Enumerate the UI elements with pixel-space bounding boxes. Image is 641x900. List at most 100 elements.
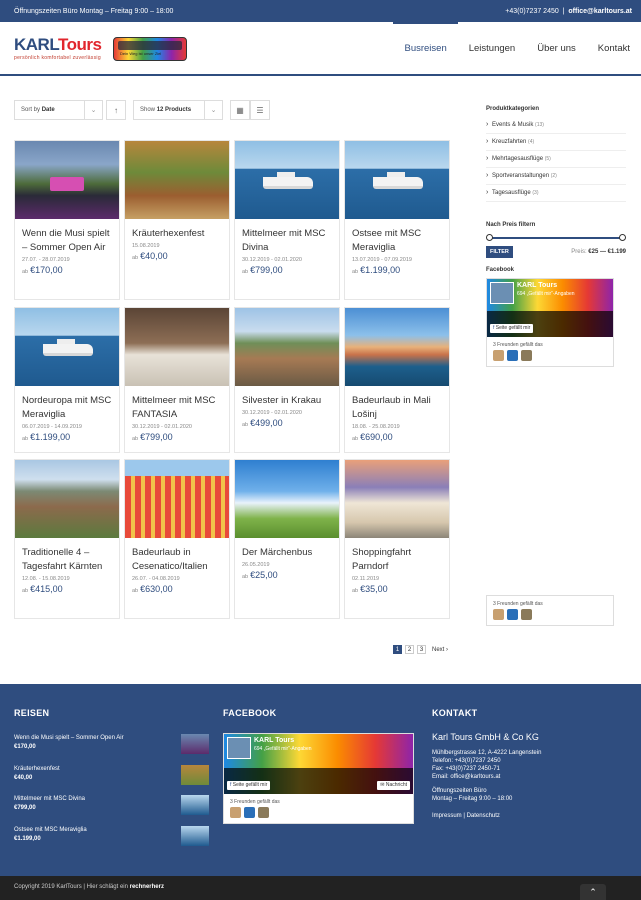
company-email[interactable]: Email: office@karltours.at bbox=[432, 773, 622, 781]
product-title[interactable]: Badeurlaub in Mali Lošinj bbox=[345, 394, 449, 422]
product-title[interactable]: Kräuterhexenfest bbox=[125, 227, 229, 241]
category-name[interactable]: Tagesausflüge bbox=[492, 190, 531, 196]
category-item[interactable]: Kreuzfahrten (4) bbox=[486, 134, 626, 151]
friend-avatar[interactable] bbox=[230, 807, 241, 818]
friend-avatar[interactable] bbox=[521, 350, 532, 361]
product-card[interactable]: Mittelmeer mit MSC FANTASIA 30.12.2019 -… bbox=[124, 307, 230, 453]
friend-avatar[interactable] bbox=[507, 350, 518, 361]
list-view-button[interactable]: ☰ bbox=[250, 100, 270, 120]
footer-facebook-widget[interactable]: KARL Tours 694 „Gefällt mir“-Angaben f S… bbox=[223, 733, 414, 824]
product-image-harbour[interactable] bbox=[345, 308, 449, 386]
page-2[interactable]: 2 bbox=[405, 645, 414, 654]
footer-trip-title[interactable]: Kräuterhexenfest bbox=[14, 766, 60, 772]
show-select[interactable]: Show 12 Products ⌄ bbox=[133, 100, 223, 120]
footer-trip-thumb[interactable] bbox=[181, 795, 209, 815]
product-card[interactable]: Nordeuropa mit MSC Meraviglia 06.07.2019… bbox=[14, 307, 120, 453]
nav-kontakt[interactable]: Kontakt bbox=[587, 22, 641, 76]
product-card[interactable]: Badeurlaub in Cesenatico/Italien 26.07. … bbox=[124, 459, 230, 619]
product-card[interactable]: Badeurlaub in Mali Lošinj 18.08. - 25.08… bbox=[344, 307, 450, 453]
product-image-outlet[interactable] bbox=[345, 460, 449, 538]
facebook-widget[interactable]: KARL Tours 694 „Gefällt mir“-Angaben f S… bbox=[486, 278, 614, 367]
friend-avatar[interactable] bbox=[244, 807, 255, 818]
facebook-page-name[interactable]: KARL Tours bbox=[254, 737, 294, 744]
footer-trip-title[interactable]: Mittelmeer mit MSC Divina bbox=[14, 796, 85, 802]
price-slider[interactable] bbox=[486, 233, 626, 243]
nav-ueber-uns[interactable]: Über uns bbox=[526, 22, 587, 76]
facebook-like-button[interactable]: f Seite gefällt mir bbox=[227, 781, 271, 790]
friend-avatar[interactable] bbox=[507, 609, 518, 620]
next-page-link[interactable]: Next › bbox=[432, 647, 448, 653]
footer-trip-title[interactable]: Wenn die Musi spielt – Sommer Open Air bbox=[14, 735, 124, 741]
category-item[interactable]: Events & Musik (13) bbox=[486, 117, 626, 134]
facebook-like-button[interactable]: f Seite gefällt mir bbox=[490, 324, 534, 333]
site-logo[interactable]: KARLTours persönlich komfortabel zuverlä… bbox=[14, 36, 102, 61]
facebook-page-name[interactable]: KARL Tours bbox=[517, 282, 557, 289]
grid-view-button[interactable]: ▦ bbox=[230, 100, 250, 120]
footer-trip-item[interactable]: Kräuterhexenfest €40,00 bbox=[14, 765, 209, 785]
footer-trip-title[interactable]: Ostsee mit MSC Meraviglia bbox=[14, 827, 87, 833]
category-name[interactable]: Mehrtagesausflüge bbox=[492, 156, 543, 162]
product-card[interactable]: Kräuterhexenfest 15.08.2019 ab €40,00 bbox=[124, 140, 230, 300]
product-image-concert[interactable] bbox=[15, 141, 119, 219]
back-to-top-button[interactable]: ⌃ bbox=[580, 884, 606, 900]
product-card[interactable]: Silvester in Krakau 30.12.2019 - 02.01.2… bbox=[234, 307, 340, 453]
product-image-beach[interactable] bbox=[125, 460, 229, 538]
sort-select[interactable]: Sort by Date ⌄ bbox=[14, 100, 103, 120]
footer-trip-thumb[interactable] bbox=[181, 734, 209, 754]
category-name[interactable]: Kreuzfahrten bbox=[492, 139, 526, 145]
product-card[interactable]: Ostsee mit MSC Meraviglia 13.07.2019 - 0… bbox=[344, 140, 450, 300]
footer-legal-links[interactable]: Impressum | Datenschutz bbox=[432, 812, 622, 820]
friend-avatar[interactable] bbox=[258, 807, 269, 818]
category-name[interactable]: Sportveranstaltungen bbox=[492, 173, 549, 179]
product-image-krakow[interactable] bbox=[235, 308, 339, 386]
facebook-page-avatar[interactable] bbox=[490, 282, 514, 304]
company-phone[interactable]: Telefon: +43(0)7237 2450 bbox=[432, 757, 622, 765]
facebook-page-avatar[interactable] bbox=[227, 737, 251, 759]
product-image-cruise[interactable] bbox=[15, 308, 119, 386]
friend-avatar[interactable] bbox=[521, 609, 532, 620]
product-title[interactable]: Wenn die Musi spielt – Sommer Open Air bbox=[15, 227, 119, 255]
page-1[interactable]: 1 bbox=[393, 645, 402, 654]
product-card[interactable]: Der Märchenbus 26.05.2019 ab €25,00 bbox=[234, 459, 340, 619]
footer-trip-item[interactable]: Wenn die Musi spielt – Sommer Open Air €1… bbox=[14, 734, 209, 754]
copyright-brand[interactable]: rechnerherz bbox=[130, 884, 164, 890]
category-item[interactable]: Tagesausflüge (3) bbox=[486, 185, 626, 202]
category-name[interactable]: Events & Musik bbox=[492, 122, 533, 128]
facebook-message-button[interactable]: ✉ Nachricht bbox=[377, 781, 410, 790]
top-email[interactable]: office@karltours.at bbox=[568, 8, 632, 15]
product-card[interactable]: Wenn die Musi spielt – Sommer Open Air 2… bbox=[14, 140, 120, 300]
product-image-cruise[interactable] bbox=[235, 141, 339, 219]
category-item[interactable]: Sportveranstaltungen (2) bbox=[486, 168, 626, 185]
top-phone[interactable]: +43(0)7237 2450 bbox=[505, 8, 559, 15]
product-card[interactable]: Shoppingfahrt Parndorf 02.11.2019 ab €35,… bbox=[344, 459, 450, 619]
product-title[interactable]: Nordeuropa mit MSC Meraviglia bbox=[15, 394, 119, 422]
friend-avatar[interactable] bbox=[493, 350, 504, 361]
category-item[interactable]: Mehrtagesausflüge (5) bbox=[486, 151, 626, 168]
product-card[interactable]: Traditionelle 4 – Tagesfahrt Kärnten 12.… bbox=[14, 459, 120, 619]
price-slider-min-handle[interactable] bbox=[486, 234, 493, 241]
product-title[interactable]: Ostsee mit MSC Meraviglia bbox=[345, 227, 449, 255]
product-title[interactable]: Badeurlaub in Cesenatico/Italien bbox=[125, 546, 229, 574]
friend-avatar[interactable] bbox=[493, 609, 504, 620]
product-image-herbs[interactable] bbox=[125, 141, 229, 219]
footer-trip-thumb[interactable] bbox=[181, 826, 209, 846]
page-3[interactable]: 3 bbox=[417, 645, 426, 654]
footer-trip-item[interactable]: Ostsee mit MSC Meraviglia €1.199,00 bbox=[14, 826, 209, 846]
product-card[interactable]: Mittelmeer mit MSC Divina 30.12.2019 - 0… bbox=[234, 140, 340, 300]
nav-leistungen[interactable]: Leistungen bbox=[458, 22, 526, 76]
price-slider-max-handle[interactable] bbox=[619, 234, 626, 241]
product-image-meadow[interactable] bbox=[235, 460, 339, 538]
nav-busreisen[interactable]: Busreisen bbox=[393, 22, 458, 76]
footer-trip-thumb[interactable] bbox=[181, 765, 209, 785]
product-title[interactable]: Der Märchenbus bbox=[235, 546, 339, 560]
product-image-cruise[interactable] bbox=[345, 141, 449, 219]
product-title[interactable]: Silvester in Krakau bbox=[235, 394, 339, 408]
product-title[interactable]: Mittelmeer mit MSC Divina bbox=[235, 227, 339, 255]
product-title[interactable]: Traditionelle 4 – Tagesfahrt Kärnten bbox=[15, 546, 119, 574]
product-title[interactable]: Mittelmeer mit MSC FANTASIA bbox=[125, 394, 229, 422]
product-title[interactable]: Shoppingfahrt Parndorf bbox=[345, 546, 449, 574]
footer-trip-item[interactable]: Mittelmeer mit MSC Divina €799,00 bbox=[14, 795, 209, 815]
sort-direction-button[interactable]: ↑ bbox=[106, 100, 126, 120]
product-image-alps[interactable] bbox=[15, 460, 119, 538]
filter-button[interactable]: FILTER bbox=[486, 246, 513, 258]
